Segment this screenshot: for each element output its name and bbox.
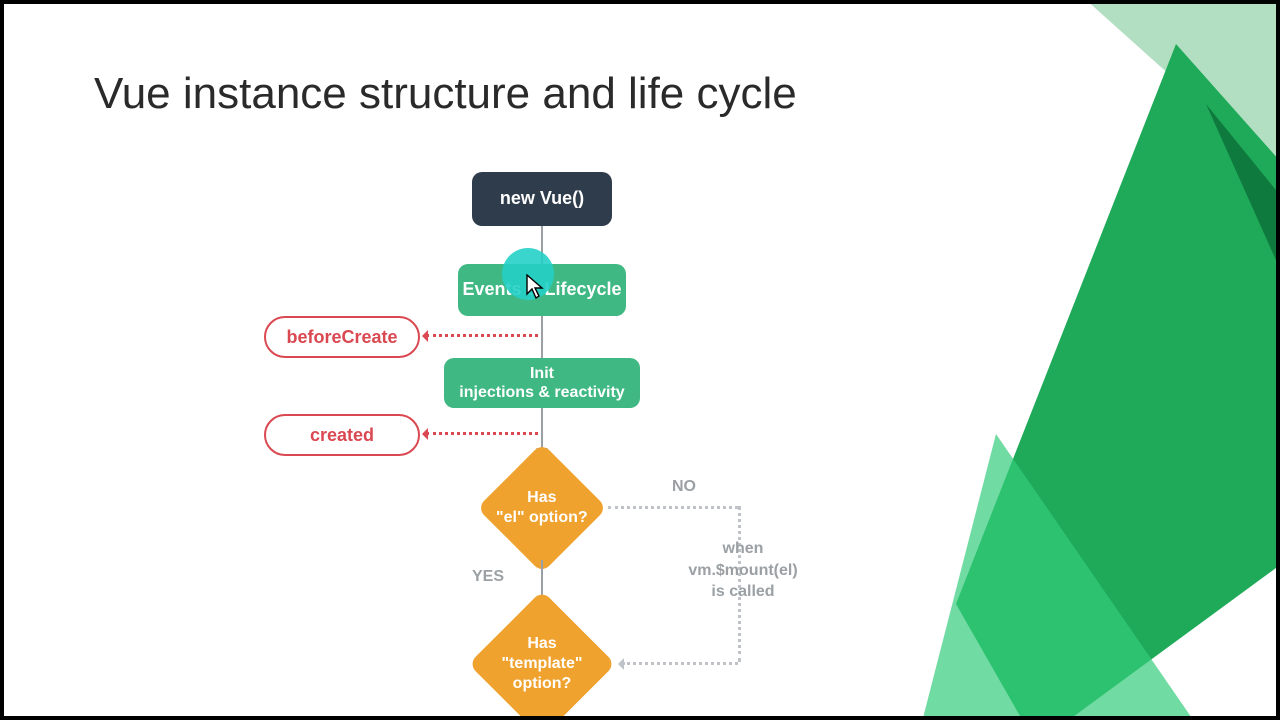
edge-yes-label: YES — [472, 568, 504, 586]
node-new-vue: new Vue() — [472, 172, 612, 226]
decision-has-el-label: Has "el" option? — [496, 488, 588, 528]
edge-no-h — [608, 506, 738, 509]
node-new-vue-label: new Vue() — [500, 188, 584, 210]
node-init-label: Init injections & reactivity — [459, 364, 624, 402]
edge-no-back — [622, 662, 738, 665]
hook-before-create: beforeCreate — [264, 316, 420, 358]
edge-created — [426, 432, 538, 435]
slide-title: Vue instance structure and life cycle — [94, 69, 797, 119]
edge-no-label: NO — [672, 478, 696, 496]
slide: Vue instance structure and life cycle ne… — [4, 4, 1276, 716]
cursor-icon — [526, 274, 544, 300]
hook-created-label: created — [310, 425, 374, 446]
decision-has-template: Has "template" option? — [468, 590, 615, 716]
decorative-triangles — [876, 4, 1276, 716]
edge-before-create — [426, 334, 538, 337]
hook-before-create-label: beforeCreate — [286, 327, 397, 348]
decision-has-el: Has "el" option? — [477, 443, 607, 573]
note-mount: when vm.$mount(el) is called — [674, 538, 812, 603]
edge-events-init — [541, 316, 543, 358]
decision-has-template-label: Has "template" option? — [490, 634, 594, 694]
triangles-svg — [876, 4, 1276, 716]
hook-created: created — [264, 414, 420, 456]
node-init: Init injections & reactivity — [444, 358, 640, 408]
